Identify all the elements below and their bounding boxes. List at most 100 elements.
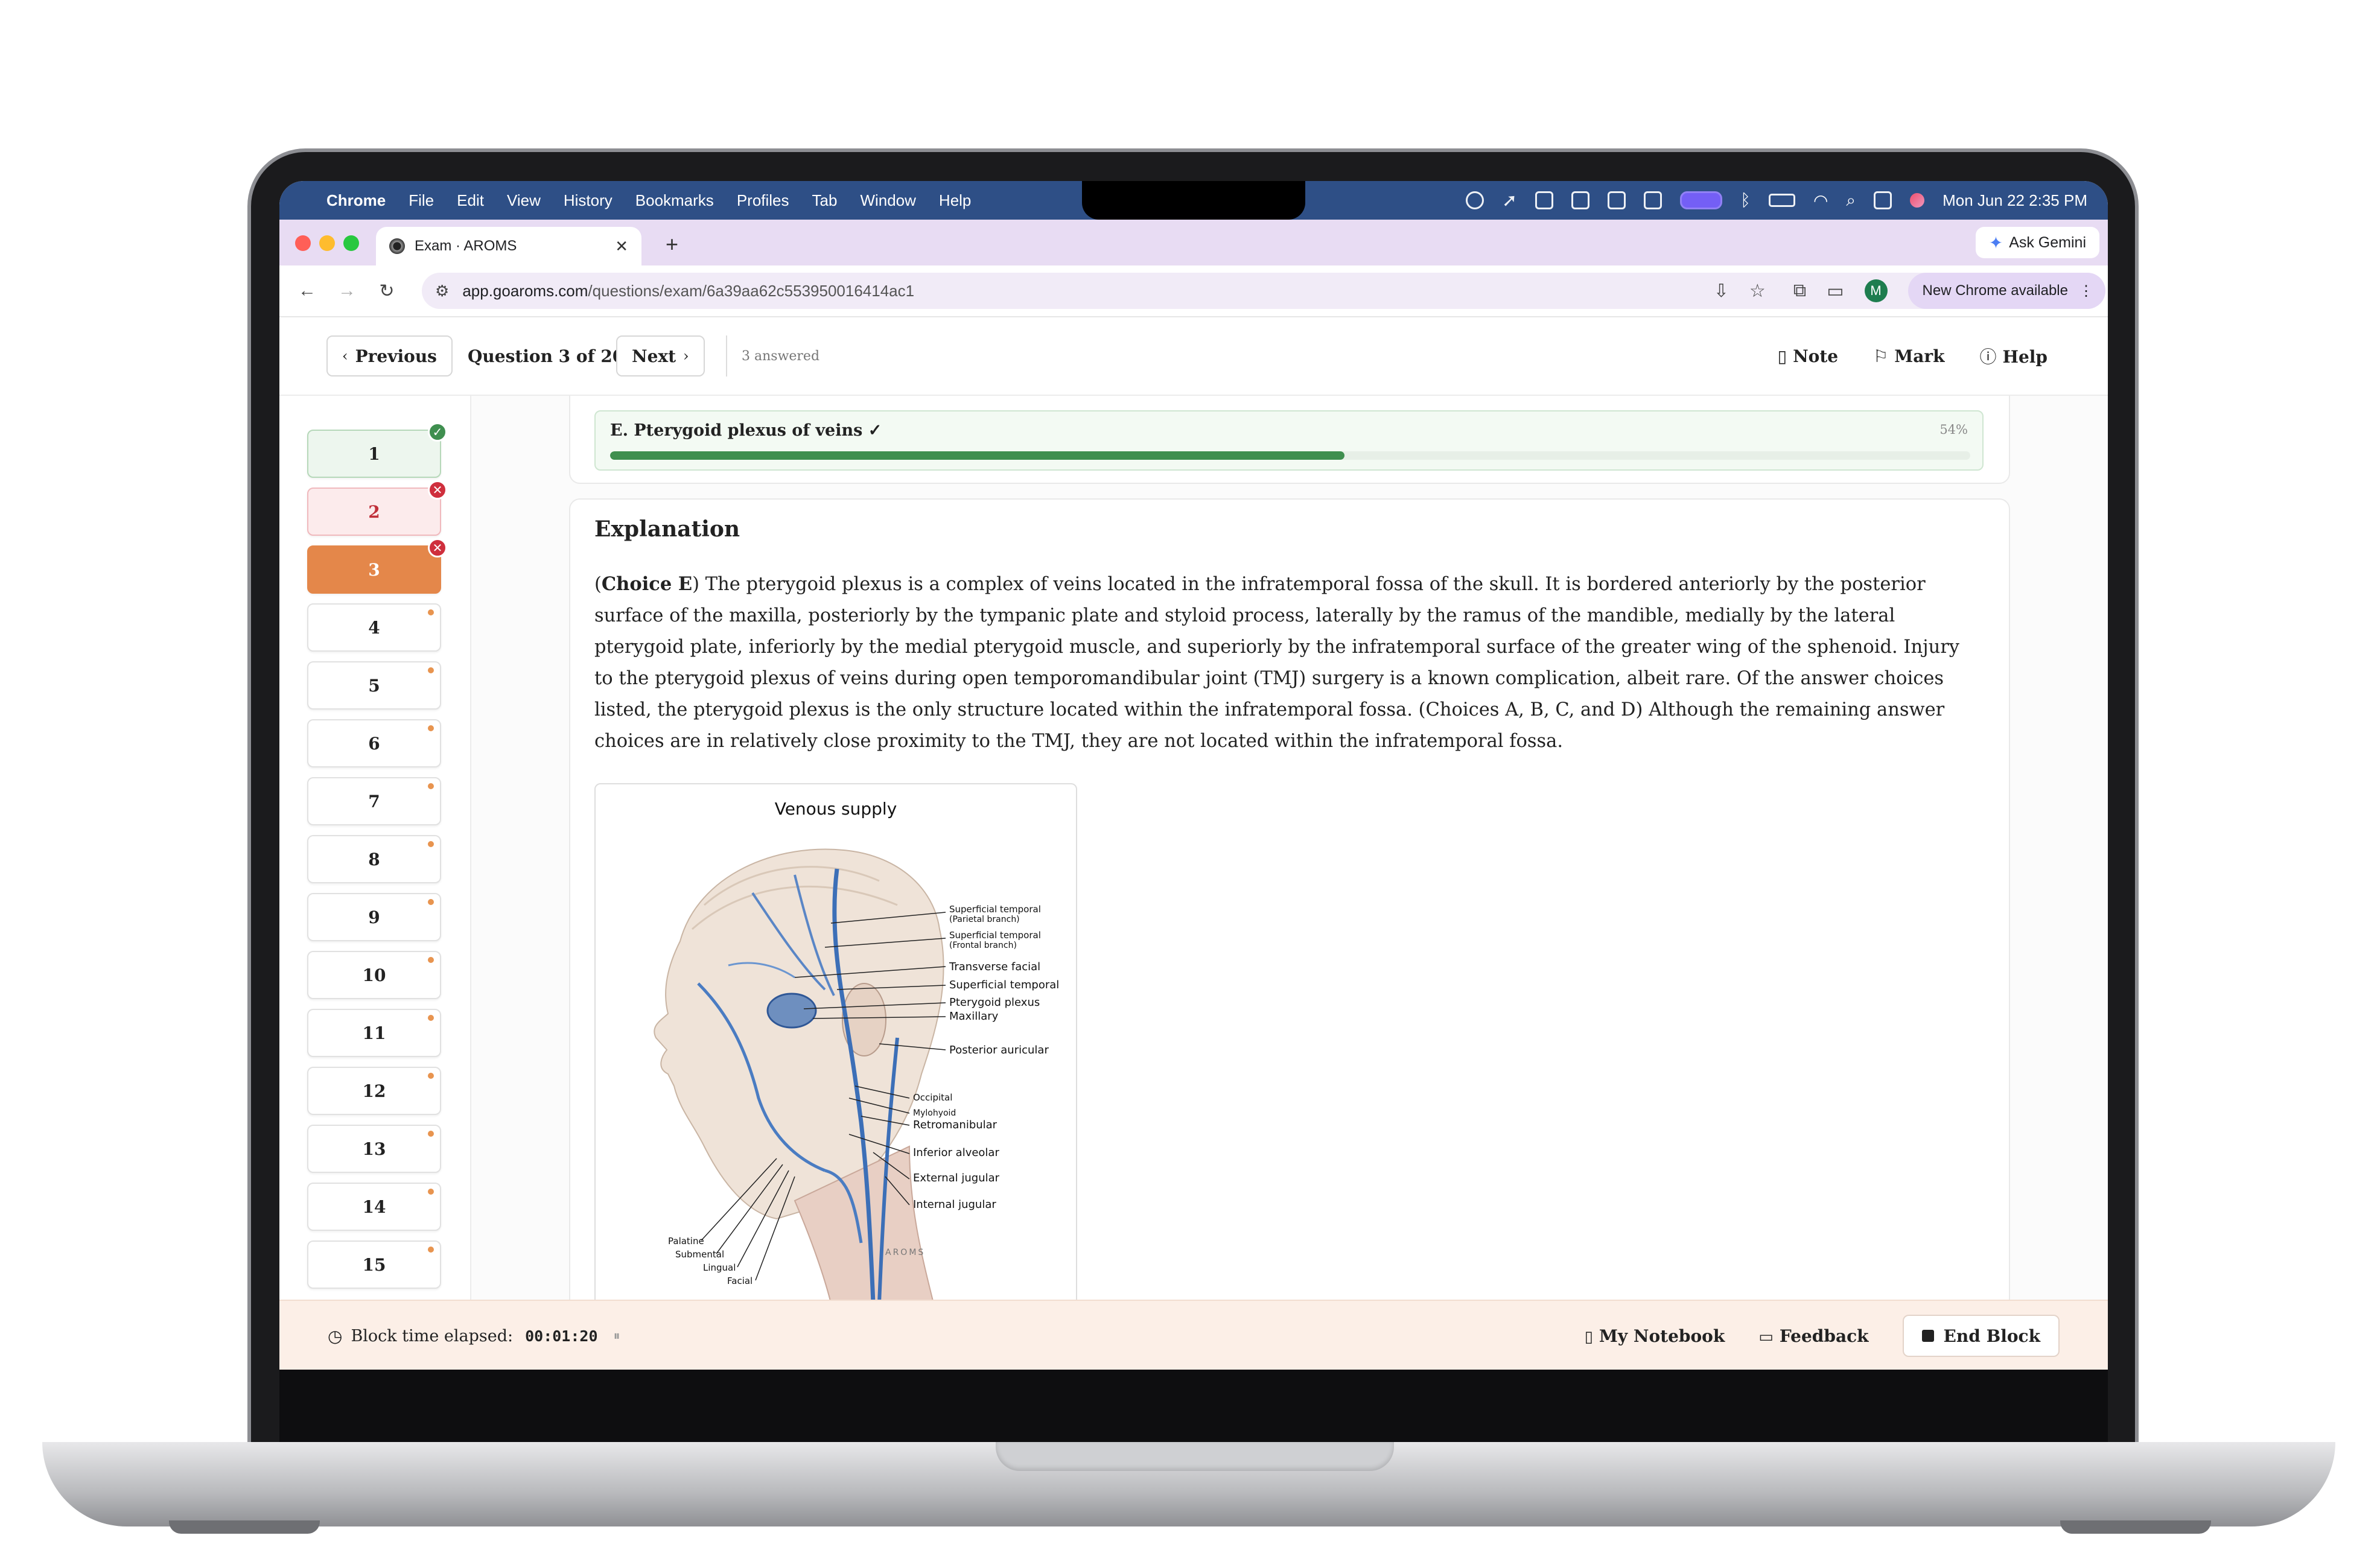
bookmark-star-icon[interactable]: ☆ — [1749, 281, 1766, 302]
unanswered-dot-icon — [428, 841, 434, 847]
label-frontal-branch: (Frontal branch) — [949, 941, 1017, 950]
forward-arrow-icon[interactable]: → — [335, 281, 359, 301]
menu-history[interactable]: History — [564, 191, 612, 210]
menubar-datetime[interactable]: Mon Jun 22 2:35 PM — [1942, 191, 2087, 210]
label-retromandibular: Retromanibular — [913, 1119, 998, 1131]
new-tab-icon[interactable]: + — [666, 232, 678, 257]
kebab-menu-icon[interactable]: ⋮ — [2079, 282, 2093, 300]
question-nav-item[interactable]: 10 — [307, 951, 441, 999]
question-number: 3 — [368, 559, 380, 580]
control-center-icon[interactable] — [1874, 191, 1892, 209]
wifi-icon[interactable]: ◠ — [1813, 191, 1828, 211]
end-block-button[interactable]: End Block — [1902, 1315, 2060, 1357]
url-domain: app.goaroms.com — [462, 281, 588, 300]
previous-label: Previous — [355, 346, 437, 366]
question-navigator: 1 ✓ 2 ✕ 3 ✕ 4 5 6 7 8 9 10 11 12 13 14 15 — [279, 396, 471, 1300]
screen-share-icon[interactable] — [1680, 191, 1723, 209]
circle-status-icon[interactable] — [1466, 191, 1484, 209]
tab-title: Exam · AROMS — [415, 238, 517, 254]
address-bar[interactable]: ⚙ app.goaroms.com/questions/exam/6a39aa6… — [422, 273, 2105, 309]
question-number: 5 — [368, 675, 380, 696]
feedback-button[interactable]: ▭ Feedback — [1758, 1326, 1868, 1346]
chevron-left-icon: ‹ — [342, 348, 348, 364]
close-tab-icon[interactable]: ✕ — [615, 237, 628, 256]
profile-avatar[interactable]: M — [1864, 279, 1888, 302]
question-nav-item-current[interactable]: 3 ✕ — [307, 538, 447, 594]
unanswered-dot-icon — [428, 609, 434, 615]
url-path: /questions/exam/6a39aa62c553950016414ac1 — [588, 281, 915, 300]
unanswered-dot-icon — [428, 783, 434, 789]
siri-icon[interactable] — [1910, 193, 1925, 208]
x-icon: ✕ — [428, 538, 447, 557]
question-nav-item[interactable]: 6 — [307, 719, 441, 767]
question-nav-item[interactable]: 9 — [307, 893, 441, 941]
question-nav-item[interactable]: 15 — [307, 1240, 441, 1289]
close-window-icon[interactable] — [295, 235, 311, 251]
bluetooth-icon[interactable]: ᛒ — [1740, 191, 1751, 210]
feedback-label: Feedback — [1779, 1326, 1869, 1346]
reload-icon[interactable]: ↻ — [375, 281, 399, 302]
previous-button[interactable]: ‹ Previous — [326, 335, 453, 376]
label-superficial-temporal: Superficial temporal — [949, 979, 1059, 991]
menu-help[interactable]: Help — [939, 191, 971, 210]
answer-choices-card: E. Pterygoid plexus of veins ✓ 54% — [569, 396, 2010, 484]
tab-search-icon[interactable]: ▭ — [1827, 281, 1844, 302]
question-nav-item[interactable]: 1 ✓ — [307, 422, 447, 478]
my-notebook-button[interactable]: ▯ My Notebook — [1585, 1326, 1725, 1346]
extensions-icon[interactable]: ⧉ — [1793, 281, 1806, 301]
menu-window[interactable]: Window — [860, 191, 915, 210]
choice-tag: Choice E — [601, 573, 693, 595]
mark-button[interactable]: ⚐ Mark — [1873, 346, 1944, 366]
site-settings-icon[interactable]: ⚙ — [435, 282, 449, 300]
question-nav-item[interactable]: 2 ✕ — [307, 480, 447, 536]
label-sup-temporal-frontal: Superficial temporal — [949, 930, 1041, 941]
label-posterior-auricular: Posterior auricular — [949, 1044, 1049, 1056]
unanswered-dot-icon — [428, 1015, 434, 1021]
question-nav-item[interactable]: 11 — [307, 1009, 441, 1057]
ask-gemini-button[interactable]: ✦ Ask Gemini — [1975, 227, 2099, 258]
send-icon[interactable]: ➚ — [1502, 190, 1517, 211]
new-chrome-button[interactable]: New Chrome available ⋮ — [1908, 273, 2105, 309]
label-submental: Submental — [675, 1249, 724, 1260]
pause-icon[interactable]: ⏸ — [614, 1329, 620, 1344]
help-button[interactable]: ⓘ Help — [1980, 344, 2048, 368]
timer-label: Block time elapsed: — [351, 1326, 514, 1345]
help-label: Help — [2002, 347, 2048, 367]
menu-profiles[interactable]: Profiles — [737, 191, 789, 210]
question-nav-item[interactable]: 8 — [307, 835, 441, 883]
browser-tab[interactable]: Exam · AROMS ✕ — [376, 227, 641, 265]
menu-file[interactable]: File — [409, 191, 434, 210]
minimize-window-icon[interactable] — [319, 235, 335, 251]
answer-choice-e[interactable]: E. Pterygoid plexus of veins ✓ 54% — [594, 410, 1984, 471]
back-arrow-icon[interactable]: ← — [295, 281, 319, 301]
unanswered-dot-icon — [428, 1131, 434, 1137]
next-button[interactable]: Next › — [616, 335, 705, 376]
search-icon[interactable]: ⌕ — [1846, 191, 1856, 211]
new-chrome-label: New Chrome available — [1922, 282, 2068, 299]
question-nav-item[interactable]: 13 — [307, 1125, 441, 1173]
question-nav-item[interactable]: 5 — [307, 661, 441, 710]
menu-tab[interactable]: Tab — [812, 191, 838, 210]
question-number: 1 — [368, 443, 380, 464]
menu-app-chrome[interactable]: Chrome — [326, 191, 386, 210]
screen-time-icon[interactable] — [1571, 191, 1590, 209]
x-icon: ✕ — [428, 480, 447, 500]
main-content[interactable]: E. Pterygoid plexus of veins ✓ 54% Expla… — [471, 396, 2108, 1300]
install-app-icon[interactable]: ⇩ — [1714, 281, 1729, 302]
question-nav-item[interactable]: 14 — [307, 1183, 441, 1231]
question-number: 10 — [362, 965, 386, 985]
note-button[interactable]: ▯ Note — [1778, 346, 1838, 366]
question-nav-item[interactable]: 7 — [307, 777, 441, 825]
settings-app-icon[interactable] — [1608, 191, 1626, 209]
question-nav-item[interactable]: 4 — [307, 603, 441, 652]
question-number: 11 — [362, 1023, 386, 1043]
question-nav-item[interactable]: 12 — [307, 1067, 441, 1115]
battery-icon[interactable] — [1768, 194, 1795, 207]
menu-view[interactable]: View — [507, 191, 541, 210]
zoom-window-icon[interactable] — [343, 235, 359, 251]
drive-icon[interactable] — [1535, 191, 1554, 209]
menu-edit[interactable]: Edit — [457, 191, 484, 210]
contacts-icon[interactable] — [1644, 191, 1662, 209]
menu-bookmarks[interactable]: Bookmarks — [635, 191, 714, 210]
exam-header: ‹ Previous Question 3 of 20 Next › 3 ans… — [279, 317, 2108, 396]
